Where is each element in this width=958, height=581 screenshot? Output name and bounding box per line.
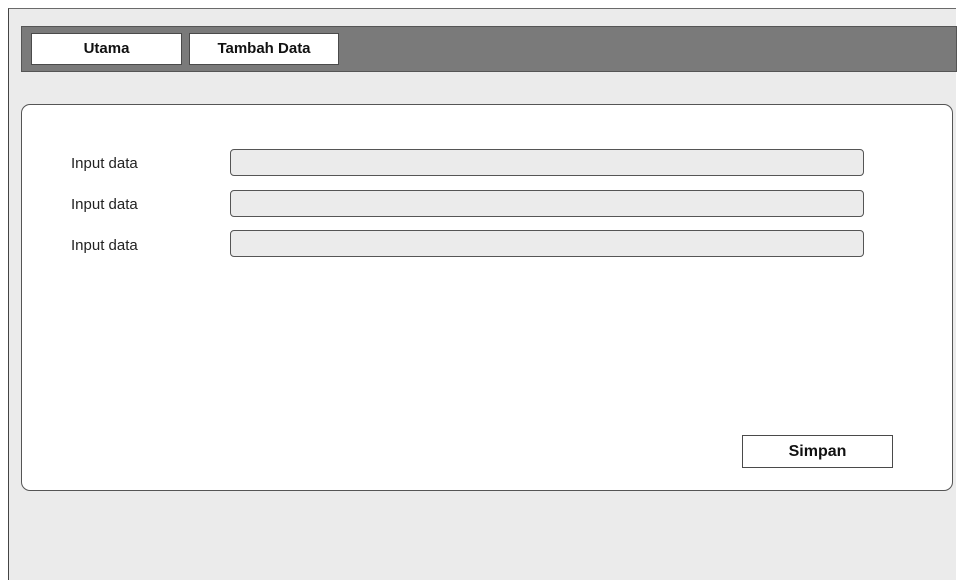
form-panel: Input data Input data Input data Simpan — [21, 104, 953, 491]
input-data-label-3: Input data — [71, 237, 138, 254]
tab-bar: Utama Tambah Data — [21, 26, 957, 72]
tab-tambah-data[interactable]: Tambah Data — [189, 33, 339, 65]
input-data-field-3[interactable] — [230, 230, 864, 257]
input-data-label-1: Input data — [71, 155, 138, 172]
input-data-field-1[interactable] — [230, 149, 864, 176]
tab-utama[interactable]: Utama — [31, 33, 182, 65]
input-data-field-2[interactable] — [230, 190, 864, 217]
save-button[interactable]: Simpan — [742, 435, 893, 468]
app-window: Utama Tambah Data Input data Input data … — [8, 8, 957, 580]
input-data-label-2: Input data — [71, 196, 138, 213]
